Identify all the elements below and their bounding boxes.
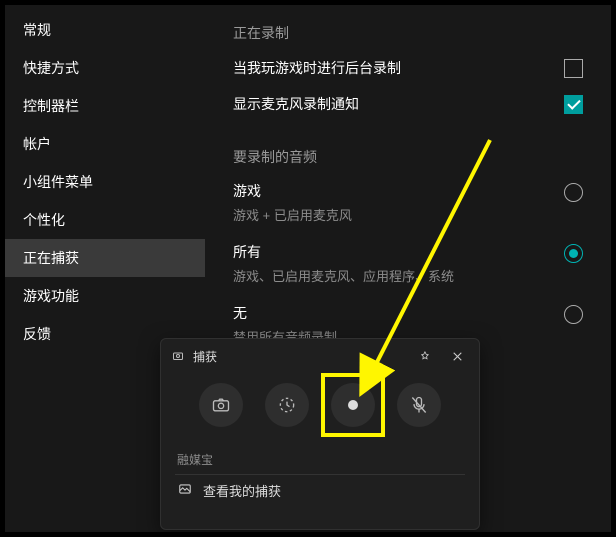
section-title-audio: 要录制的音频: [233, 147, 583, 167]
sidebar-item-label: 正在捕获: [23, 248, 79, 268]
sidebar-item-widget-menu[interactable]: 小组件菜单: [5, 163, 205, 201]
setting-row-background-record: 当我玩游戏时进行后台录制: [233, 57, 583, 79]
option-subtitle: 游戏、已启用麦克风、应用程序、系统: [233, 266, 454, 285]
widget-section-label: 融媒宝: [161, 441, 479, 474]
audio-option-game[interactable]: 游戏 游戏 + 已启用麦克风: [233, 181, 583, 224]
screenshot-button[interactable]: [199, 383, 243, 427]
view-captures-label: 查看我的捕获: [203, 481, 281, 500]
checkbox-mic-notify[interactable]: [564, 95, 583, 114]
sidebar-item-personalize[interactable]: 个性化: [5, 201, 205, 239]
sidebar-item-label: 帐户: [23, 134, 51, 154]
record-button[interactable]: [331, 383, 375, 427]
option-title: 无: [233, 303, 337, 323]
audio-option-all[interactable]: 所有 游戏、已启用麦克风、应用程序、系统: [233, 242, 583, 285]
sidebar-item-controller[interactable]: 控制器栏: [5, 87, 205, 125]
close-button[interactable]: [445, 344, 469, 368]
sidebar-item-label: 控制器栏: [23, 96, 79, 116]
sidebar-item-label: 小组件菜单: [23, 172, 93, 192]
record-last-button[interactable]: [265, 383, 309, 427]
sidebar-item-shortcuts[interactable]: 快捷方式: [5, 49, 205, 87]
widget-button-row: [161, 373, 479, 441]
widget-titlebar: 捕获: [161, 339, 479, 373]
record-icon: [348, 400, 358, 410]
capture-icon: [171, 349, 185, 363]
setting-row-mic-notify: 显示麦克风录制通知: [233, 93, 583, 115]
sidebar-item-general[interactable]: 常规: [5, 11, 205, 49]
setting-label: 当我玩游戏时进行后台录制: [233, 58, 401, 78]
sidebar-item-label: 反馈: [23, 324, 51, 344]
sidebar-item-label: 游戏功能: [23, 286, 79, 306]
pin-button[interactable]: [413, 344, 437, 368]
gallery-icon: [177, 482, 193, 499]
view-captures-button[interactable]: 查看我的捕获: [161, 475, 479, 512]
sidebar-item-game-features[interactable]: 游戏功能: [5, 277, 205, 315]
sidebar-item-account[interactable]: 帐户: [5, 125, 205, 163]
sidebar-item-capturing[interactable]: 正在捕获: [5, 239, 205, 277]
radio-audio-all[interactable]: [564, 244, 583, 263]
option-title: 所有: [233, 242, 454, 262]
option-subtitle: 游戏 + 已启用麦克风: [233, 205, 352, 224]
capture-widget: 捕获 融媒宝 查看我的捕获: [160, 338, 480, 530]
checkbox-background-record[interactable]: [564, 59, 583, 78]
sidebar-item-label: 常规: [23, 20, 51, 40]
sidebar-item-label: 个性化: [23, 210, 65, 230]
mic-toggle-button[interactable]: [397, 383, 441, 427]
setting-label: 显示麦克风录制通知: [233, 94, 359, 114]
radio-audio-none[interactable]: [564, 305, 583, 324]
sidebar-item-label: 快捷方式: [23, 58, 79, 78]
widget-title: 捕获: [193, 348, 405, 365]
radio-audio-game[interactable]: [564, 183, 583, 202]
option-title: 游戏: [233, 181, 352, 201]
section-title-recording: 正在录制: [233, 23, 583, 43]
